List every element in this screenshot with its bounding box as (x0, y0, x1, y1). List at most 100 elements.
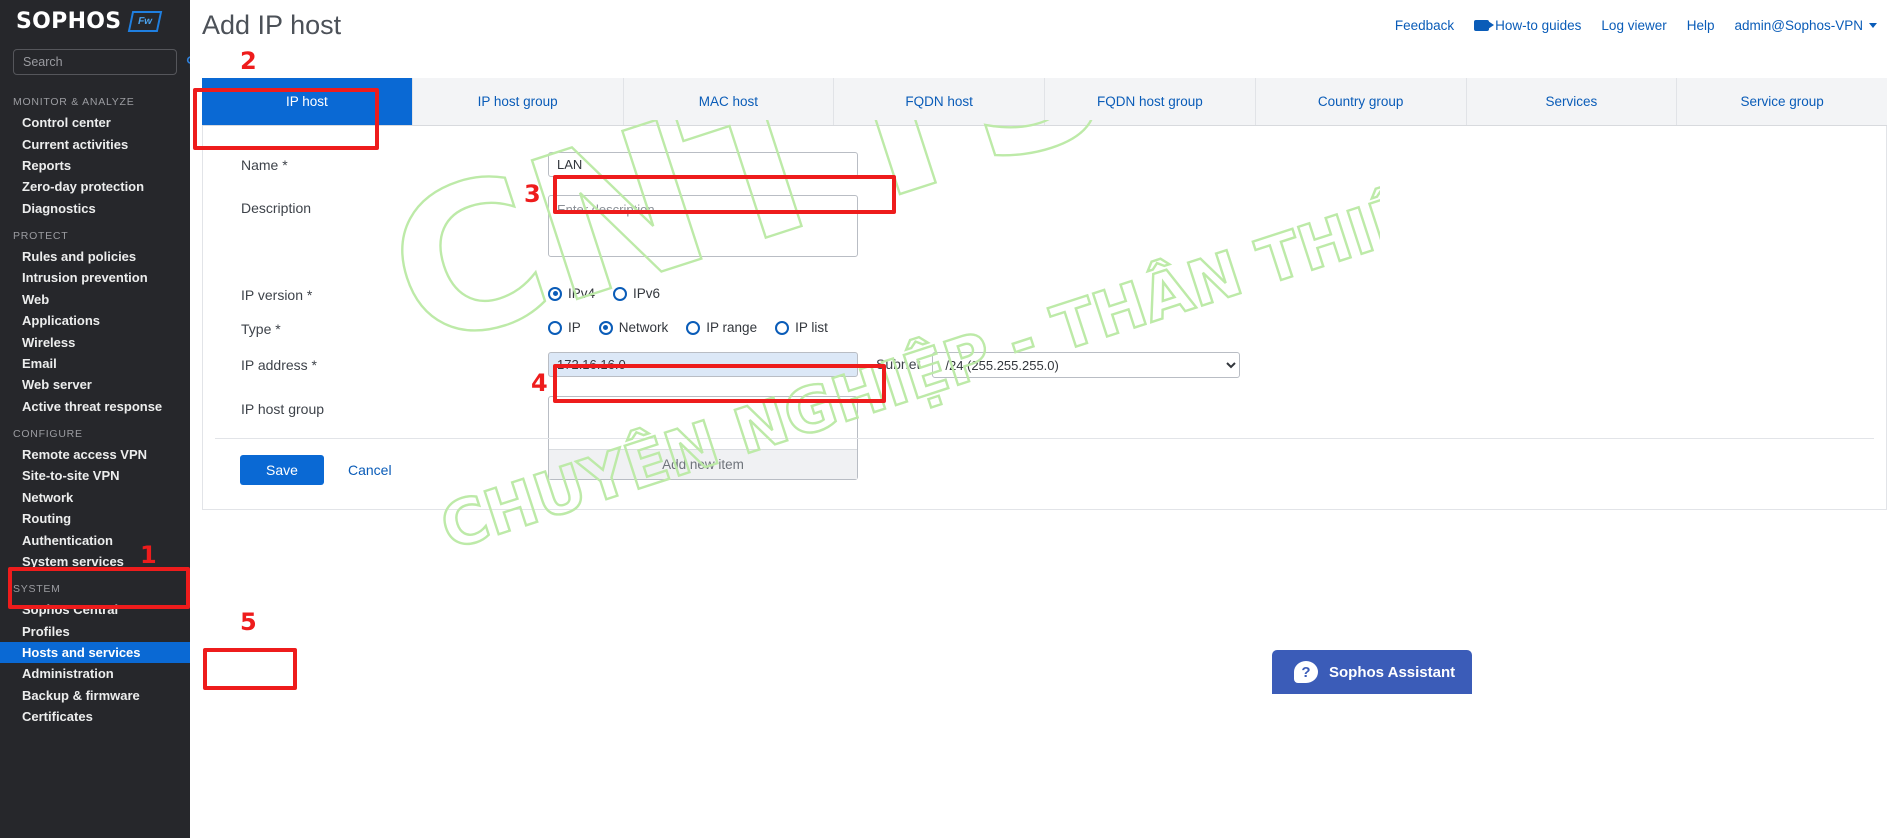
sidebar-item-wireless[interactable]: Wireless (0, 331, 190, 352)
sidebar-item-backup-firmware[interactable]: Backup & firmware (0, 685, 190, 706)
sidebar: SOPHOS Fw ⚲ MONITOR & ANALYZEControl cen… (0, 0, 190, 838)
sidebar-item-remote-access-vpn[interactable]: Remote access VPN (0, 444, 190, 465)
type-radio-group: IP Network IP range IP list (548, 316, 1886, 335)
ip-version-radio-label: IPv4 (568, 286, 595, 301)
header-link-how-to-guides[interactable]: How-to guides (1474, 18, 1581, 33)
subnet-label: Subnet (876, 352, 920, 372)
name-input[interactable] (548, 152, 858, 177)
sidebar-item-routing[interactable]: Routing (0, 508, 190, 529)
sidebar-search[interactable]: ⚲ (13, 49, 177, 75)
type-radio-label: IP range (706, 320, 757, 335)
question-bubble-icon: ? (1294, 661, 1318, 683)
radio-button-icon[interactable] (548, 287, 562, 301)
field-row-type: Type * IP Network IP range IP list (203, 316, 1886, 337)
field-row-ip-address: IP address * Subnet /24 (255.255.255.0)/… (203, 352, 1886, 378)
sidebar-item-zero-day-protection[interactable]: Zero-day protection (0, 176, 190, 197)
sidebar-nav: MONITOR & ANALYZEControl centerCurrent a… (0, 85, 190, 727)
sidebar-section-title: SYSTEM (0, 572, 190, 599)
description-textarea[interactable] (548, 195, 858, 257)
ip-address-label: IP address * (203, 352, 548, 373)
main-content: Add IP host FeedbackHow-to guidesLog vie… (190, 0, 1899, 838)
sidebar-item-intrusion-prevention[interactable]: Intrusion prevention (0, 267, 190, 288)
sidebar-item-authentication[interactable]: Authentication (0, 529, 190, 550)
sophos-assistant-button[interactable]: ? Sophos Assistant (1272, 650, 1472, 694)
radio-button-icon[interactable] (686, 321, 700, 335)
field-row-description: Description (203, 195, 1886, 262)
radio-button-icon[interactable] (599, 321, 613, 335)
type-radio-ip-range[interactable]: IP range (686, 320, 757, 335)
firewall-badge-icon: Fw (128, 11, 162, 32)
name-label: Name * (203, 152, 548, 173)
header-link-log-viewer[interactable]: Log viewer (1601, 18, 1666, 33)
header-link-feedback[interactable]: Feedback (1395, 18, 1454, 33)
sidebar-item-applications[interactable]: Applications (0, 310, 190, 331)
sidebar-item-site-to-site-vpn[interactable]: Site-to-site VPN (0, 465, 190, 486)
sophos-wordmark: SOPHOS (16, 9, 121, 34)
type-radio-label: IP list (795, 320, 828, 335)
ip-version-radio-ipv6[interactable]: IPv6 (613, 286, 660, 301)
top-bar: Add IP host FeedbackHow-to guidesLog vie… (190, 0, 1899, 78)
ip-version-radio-label: IPv6 (633, 286, 660, 301)
tab-ip-host-group[interactable]: IP host group (413, 78, 624, 125)
type-radio-label: IP (568, 320, 581, 335)
tab-fqdn-host[interactable]: FQDN host (834, 78, 1045, 125)
sidebar-item-web-server[interactable]: Web server (0, 374, 190, 395)
sidebar-item-email[interactable]: Email (0, 353, 190, 374)
ip-address-input[interactable] (548, 352, 858, 377)
header-link-label: Help (1687, 18, 1715, 33)
video-camera-icon (1474, 20, 1489, 31)
description-label: Description (203, 195, 548, 216)
sidebar-item-rules-and-policies[interactable]: Rules and policies (0, 246, 190, 267)
tab-country-group[interactable]: Country group (1256, 78, 1467, 125)
tab-bar: IP hostIP host groupMAC hostFQDN hostFQD… (202, 78, 1887, 126)
header-link-label: Log viewer (1601, 18, 1666, 33)
sidebar-item-administration[interactable]: Administration (0, 663, 190, 684)
header-link-label: How-to guides (1495, 18, 1581, 33)
type-radio-ip[interactable]: IP (548, 320, 581, 335)
sidebar-item-system-services[interactable]: System services (0, 551, 190, 572)
tab-ip-host[interactable]: IP host (202, 78, 413, 125)
field-row-name: Name * (203, 152, 1886, 177)
radio-button-icon[interactable] (548, 321, 562, 335)
ip-version-label: IP version * (203, 282, 548, 303)
brand-logo[interactable]: SOPHOS Fw (0, 0, 190, 42)
save-button[interactable]: Save (240, 455, 324, 485)
ip-version-radio-ipv4[interactable]: IPv4 (548, 286, 595, 301)
tab-services[interactable]: Services (1467, 78, 1678, 125)
field-row-ip-version: IP version * IPv4 IPv6 (203, 282, 1886, 303)
sidebar-item-control-center[interactable]: Control center (0, 112, 190, 133)
radio-button-icon[interactable] (613, 287, 627, 301)
sidebar-section-title: PROTECT (0, 219, 190, 246)
search-input[interactable] (21, 54, 186, 70)
sidebar-item-sophos-central[interactable]: Sophos Central (0, 599, 190, 620)
cancel-button[interactable]: Cancel (348, 462, 392, 478)
header-links: Feedback How-to guides Log viewer Help admin… (1395, 8, 1877, 33)
sidebar-item-reports[interactable]: Reports (0, 155, 190, 176)
sidebar-item-current-activities[interactable]: Current activities (0, 133, 190, 154)
sidebar-item-active-threat-response[interactable]: Active threat response (0, 396, 190, 417)
tab-mac-host[interactable]: MAC host (624, 78, 835, 125)
ip-version-radio-group: IPv4 IPv6 (548, 282, 1886, 301)
header-link-admin-sophos-vpn[interactable]: admin@Sophos-VPN (1734, 18, 1877, 33)
sidebar-item-hosts-and-services[interactable]: Hosts and services (0, 642, 190, 663)
sophos-assistant-label: Sophos Assistant (1329, 664, 1455, 681)
sidebar-section-title: CONFIGURE (0, 417, 190, 444)
sidebar-item-profiles[interactable]: Profiles (0, 621, 190, 642)
header-link-help[interactable]: Help (1687, 18, 1715, 33)
type-label: Type * (203, 316, 548, 337)
type-radio-ip-list[interactable]: IP list (775, 320, 828, 335)
radio-button-icon[interactable] (775, 321, 789, 335)
sidebar-item-diagnostics[interactable]: Diagnostics (0, 198, 190, 219)
chevron-down-icon[interactable] (1869, 23, 1877, 28)
ip-host-group-label: IP host group (203, 396, 548, 417)
sidebar-item-network[interactable]: Network (0, 487, 190, 508)
tab-fqdn-host-group[interactable]: FQDN host group (1045, 78, 1256, 125)
tab-service-group[interactable]: Service group (1677, 78, 1887, 125)
sidebar-section-title: MONITOR & ANALYZE (0, 85, 190, 112)
ip-host-form-panel: Name * Description IP version * IPv4 IPv6… (202, 126, 1887, 510)
type-radio-network[interactable]: Network (599, 320, 669, 335)
header-link-label: admin@Sophos-VPN (1734, 18, 1863, 33)
sidebar-item-web[interactable]: Web (0, 289, 190, 310)
subnet-select[interactable]: /24 (255.255.255.0)/25 (255.255.255.128)… (932, 352, 1240, 378)
sidebar-item-certificates[interactable]: Certificates (0, 706, 190, 727)
